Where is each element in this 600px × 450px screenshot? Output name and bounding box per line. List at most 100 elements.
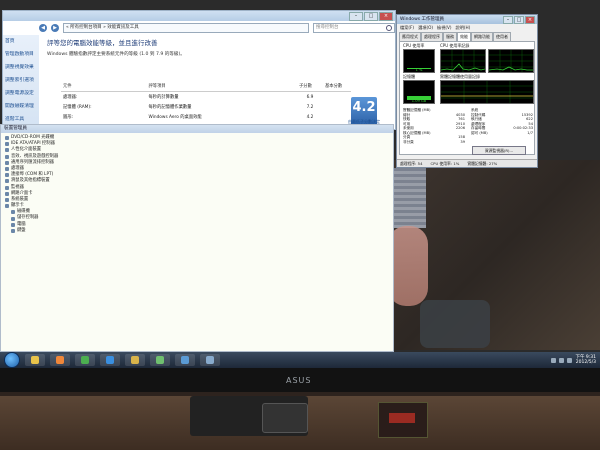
device-icon — [5, 154, 9, 159]
network-icon[interactable] — [551, 357, 557, 363]
stats-left-list: 總計 4030 快取 761 可用 2910 未使用 2206 核心記憶體 (MB) 分頁 158 非… — [403, 113, 465, 145]
performance-titlebar[interactable]: – □ × — [3, 11, 395, 21]
status-memory: 實體記憶體: 27% — [467, 161, 498, 166]
cell-base — [323, 102, 351, 112]
tab[interactable]: 效能 — [457, 32, 471, 41]
sidebar-link[interactable]: 進階工具 — [5, 115, 37, 122]
monitor-app[interactable] — [200, 354, 220, 366]
table-row: 圖形: Windows Aero 的桌面效能 4.2 — [61, 112, 351, 122]
back-button[interactable]: ◀ — [39, 24, 47, 32]
cell-rating: 每秒的計算數量 — [148, 95, 179, 100]
table-row: 記憶體 (RAM): 每秒的記憶體作業數量 7.2 — [61, 102, 351, 112]
tab[interactable]: 處理程序 — [421, 32, 443, 41]
stat-value: 39 — [460, 139, 465, 144]
device-manager-window: 裝置管理員 DVD/CD-ROM 光碟機 IDE ATA/ATAPI 控制器 人性化… — [0, 124, 394, 352]
memory-meter: 1.09 GB — [403, 80, 435, 104]
close-button[interactable]: × — [525, 16, 535, 24]
status-cpu: CPU 使用率: 1% — [430, 161, 460, 166]
stat-key: 非分頁 — [403, 139, 414, 144]
device-icon — [5, 136, 9, 141]
close-button[interactable]: × — [379, 12, 393, 21]
menu-bar: 檔案(F) 選項(O) 檢視(V) 說明(H) — [397, 24, 537, 32]
ie-app[interactable] — [100, 354, 120, 366]
device-icon — [5, 142, 9, 147]
screen: – □ × ◀ ▶ « 所有控制台項目 » 效能資訊及工具 搜尋控制台 首頁管理… — [0, 0, 600, 368]
table-row: 處理器: 每秒的計算數量 6.9 — [61, 92, 351, 103]
memory-history-chart — [441, 81, 533, 103]
tab-bar: 應用程式 處理程序 服務 效能 網路功能 使用者 — [397, 32, 537, 41]
task-manager-title: Windows 工作管理員 — [400, 17, 445, 22]
menu-item[interactable]: 檔案(F) — [400, 25, 414, 31]
resource-monitor-button[interactable]: 資源監視器(R)... — [472, 146, 526, 155]
minimize-button[interactable]: – — [503, 16, 513, 24]
folder-app[interactable] — [125, 354, 145, 366]
col-subscore: 子分數 — [297, 81, 323, 92]
sidebar-link[interactable]: 管理啟動項目 — [5, 50, 37, 57]
page-description: Windows 體驗指數評定主要系統元件的等級 (1.0 到 7.9 的等級)。 — [47, 52, 185, 57]
sidebar-link[interactable]: 調整索引選項 — [5, 76, 37, 83]
explorer-app[interactable] — [25, 354, 45, 366]
search-input[interactable]: 搜尋控制台 — [313, 23, 395, 33]
media-player-app-icon — [56, 356, 64, 364]
breadcrumb[interactable]: « 所有控制台項目 » 效能資訊及工具 — [63, 23, 309, 33]
forward-button[interactable]: ▶ — [51, 24, 59, 32]
address-bar: ◀ ▶ « 所有控制台項目 » 效能資訊及工具 搜尋控制台 — [39, 23, 395, 33]
tab[interactable]: 使用者 — [493, 32, 511, 41]
sidebar-link[interactable]: 首頁 — [5, 37, 37, 44]
control-panel-app-icon — [181, 356, 189, 364]
volume-icon[interactable] — [559, 357, 565, 363]
memory-value: 1.09 GB — [411, 99, 427, 103]
clock[interactable]: 下午 9:31 2012/5/3 — [575, 355, 596, 365]
stats-area: 實體記憶體 (MB) 總計 4030 快取 761 可用 2910 未使用 2206 核心記憶體… — [403, 108, 533, 144]
status-bar: 處理程序: 54 CPU 使用率: 1% 實體記憶體: 27% — [397, 159, 537, 167]
device-icon — [11, 228, 15, 233]
stat-key: 認可 (MB) — [471, 130, 488, 135]
device-icon — [11, 210, 15, 215]
stat-value: 2206 — [455, 126, 465, 130]
device-icon — [11, 216, 15, 221]
device-icon — [5, 160, 9, 165]
sidebar-link[interactable]: 調整電源設定 — [5, 89, 37, 96]
maximize-button[interactable]: □ — [364, 12, 378, 21]
task-manager-app-icon — [156, 356, 164, 364]
task-manager-window: Windows 工作管理員 – □ × 檔案(F) 選項(O) 檢視(V) 說明(H)… — [396, 14, 538, 168]
chrome-app[interactable] — [75, 354, 95, 366]
task-manager-app[interactable] — [150, 354, 170, 366]
menu-item[interactable]: 說明(H) — [456, 25, 471, 31]
minimize-button[interactable]: – — [349, 12, 363, 21]
menu-item[interactable]: 選項(O) — [418, 25, 433, 31]
stats-right-list: 控制代碼 15392 執行緒 622 處理程序 54 存留時間 0:00:02:33 認可 (M… — [471, 113, 533, 136]
folder-app-icon — [131, 356, 139, 364]
performance-panel: CPU 使用率 CPU 使用率記錄 1 % 記憶體 實體記憶體使用量記錄 1.0… — [399, 41, 535, 155]
device-icon — [5, 148, 9, 153]
start-button[interactable] — [4, 352, 20, 368]
window-controls: – □ × — [503, 16, 535, 24]
flag-icon[interactable] — [567, 357, 573, 363]
system-tray: 下午 9:31 2012/5/3 — [551, 355, 600, 365]
cpu-history-chart-2 — [489, 50, 533, 72]
cpu-value: 1 % — [415, 68, 423, 72]
cell-component: 記憶體 (RAM): — [63, 105, 92, 110]
cell-subscore: 7.2 — [306, 104, 314, 110]
tab[interactable]: 網路功能 — [471, 32, 493, 41]
maximize-button[interactable]: □ — [514, 16, 524, 24]
control-panel-app[interactable] — [175, 354, 195, 366]
device-manager-title[interactable]: 裝置管理員 — [1, 125, 393, 133]
sidebar-link[interactable]: 調整視覺效果 — [5, 63, 37, 70]
cell-subscore: 4.2 — [306, 114, 314, 120]
task-manager-titlebar[interactable]: Windows 工作管理員 – □ × — [397, 15, 537, 24]
tab[interactable]: 應用程式 — [399, 32, 421, 41]
window-controls: – □ × — [349, 12, 393, 21]
menu-item[interactable]: 檢視(V) — [437, 25, 452, 31]
status-processes: 處理程序: 54 — [400, 161, 423, 166]
tab[interactable]: 服務 — [443, 32, 457, 41]
device-box — [378, 402, 428, 438]
phone — [262, 403, 308, 433]
sidebar: 首頁管理啟動項目 調整視覺效果 調整索引選項 調整電源設定 開啟磁碟清理 進階工具 — [3, 35, 39, 129]
media-player-app[interactable] — [50, 354, 70, 366]
page-title: 評等您的電腦效能等級，並且進行改善 — [47, 39, 158, 47]
memory-history-graph — [440, 80, 534, 104]
device-tree-item[interactable]: 鍵盤 — [5, 228, 389, 234]
search-icon[interactable] — [386, 25, 392, 31]
sidebar-link[interactable]: 開啟磁碟清理 — [5, 102, 37, 109]
